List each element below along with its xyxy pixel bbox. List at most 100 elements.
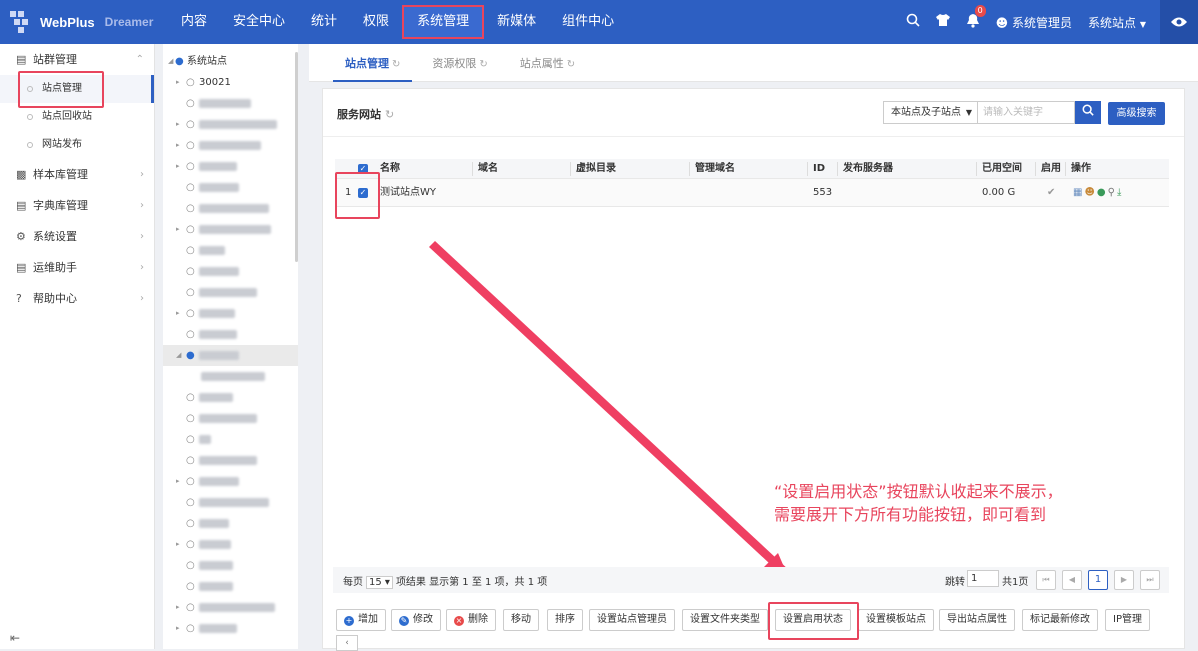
tree-node[interactable]: ○ (163, 408, 298, 429)
tree-node[interactable]: ▸ ○ 30021 (163, 72, 298, 93)
sidebar-group-help-center[interactable]: ? 帮助中心 › (0, 283, 154, 314)
column-header-domain[interactable]: 域名 (478, 159, 498, 179)
column-divider (1065, 162, 1066, 176)
page-size-select[interactable]: 15 ▾ (366, 576, 393, 589)
current-page-button[interactable]: 1 (1088, 570, 1108, 590)
tree-node[interactable]: ○ (163, 492, 298, 513)
column-header-used-space[interactable]: 已用空间 (982, 159, 1022, 179)
tree-node[interactable]: ○ (163, 93, 298, 114)
tree-node[interactable]: ○ (163, 450, 298, 471)
tree-node[interactable]: ○ (163, 261, 298, 282)
tree-node[interactable]: ○ (163, 429, 298, 450)
prev-page-icon[interactable]: ◀ (1062, 570, 1082, 590)
column-header-mgmt-domain[interactable]: 管理域名 (695, 159, 735, 179)
nav-item-stats[interactable]: 统计 (298, 0, 350, 44)
download-icon[interactable]: ⤓ (1117, 187, 1123, 198)
set-template-site-button[interactable]: 设置模板站点 (858, 609, 934, 631)
tree-node-selected[interactable]: ◢ ● (163, 345, 298, 366)
tree-scrollbar[interactable] (295, 52, 298, 262)
tree-node[interactable]: ○ (163, 324, 298, 345)
tree-node[interactable]: ▸ ○ (163, 135, 298, 156)
zoom-icon[interactable]: ⚲ (1108, 187, 1117, 198)
sidebar-item-site-publish[interactable]: 网站发布 (0, 131, 154, 159)
set-site-admin-button[interactable]: 设置站点管理员 (589, 609, 675, 631)
move-button[interactable]: 移动 (503, 609, 539, 631)
tree-node[interactable] (163, 366, 298, 387)
column-header-name[interactable]: 名称 (380, 159, 400, 179)
site-name-cell[interactable]: 测试站点WY (380, 179, 436, 207)
nav-item-system-admin[interactable]: 系统管理 (402, 5, 485, 39)
set-folder-type-button[interactable]: 设置文件夹类型 (682, 609, 768, 631)
user-admin-icon[interactable]: ☻ (1084, 187, 1096, 198)
export-site-properties-button[interactable]: 导出站点属性 (939, 609, 1015, 631)
search-button[interactable] (1075, 101, 1101, 124)
tree-node[interactable]: ▸ ○ (163, 114, 298, 135)
sidebar-group-sample-library[interactable]: ▩ 样本库管理 › (0, 159, 154, 190)
ip-management-button[interactable]: IP管理 (1105, 609, 1150, 631)
tree-node[interactable]: ○ (163, 576, 298, 597)
tree-node[interactable]: ▸ ○ (163, 534, 298, 555)
column-header-enabled[interactable]: 启用 (1041, 159, 1061, 179)
nav-item-content[interactable]: 内容 (168, 0, 220, 44)
user-menu[interactable]: ☻ 系统管理员 (996, 14, 1072, 31)
collapsed-arrow-icon: ▸ (176, 603, 180, 611)
sort-button[interactable]: 排序 (547, 609, 583, 631)
sidebar-group-dictionary[interactable]: ▤ 字典库管理 › (0, 190, 154, 221)
last-page-icon[interactable]: ⏭ (1140, 570, 1160, 590)
globe-icon: ○ (186, 434, 195, 445)
edit-doc-icon[interactable]: ▦ (1073, 187, 1084, 198)
globe-icon[interactable]: ● (1097, 187, 1108, 198)
scope-select[interactable]: 本站点及子站点 ▼ (883, 101, 978, 124)
nav-item-security[interactable]: 安全中心 (220, 0, 298, 44)
logo[interactable]: WebPlus Dreamer (10, 11, 153, 33)
jump-input[interactable]: 1 (967, 570, 999, 587)
tree-node[interactable]: ○ (163, 282, 298, 303)
mark-latest-change-button[interactable]: 标记最新修改 (1022, 609, 1098, 631)
table-row[interactable]: 1 ✓ 测试站点WY 553 0.00 G ✔ ▦☻●⚲⤓ (335, 179, 1169, 207)
site-selector[interactable]: 系统站点 ▼ (1088, 14, 1146, 31)
tree-node[interactable]: ▸ ○ (163, 156, 298, 177)
tree-node[interactable]: ▸ ○ (163, 471, 298, 492)
refresh-icon[interactable]: ↻ (385, 108, 394, 121)
tree-node[interactable]: ○ (163, 513, 298, 534)
sidebar-group-system-settings[interactable]: ⚙ 系统设置 › (0, 221, 154, 252)
nav-item-new-media[interactable]: 新媒体 (484, 0, 549, 44)
add-button[interactable]: + 增加 (336, 609, 386, 631)
tree-node[interactable]: ▸ ○ (163, 303, 298, 324)
column-header-id[interactable]: ID (813, 159, 825, 179)
tree-node[interactable]: ○ (163, 177, 298, 198)
tree-node[interactable]: ▸ ○ (163, 219, 298, 240)
refresh-icon[interactable]: ↻ (567, 59, 575, 70)
tree-node-root[interactable]: ◢ ● 系统站点 (163, 51, 298, 72)
bell-icon[interactable]: 0 (958, 4, 988, 32)
edit-button[interactable]: ✎ 修改 (391, 609, 441, 631)
collapsed-arrow-icon: ▸ (176, 78, 180, 86)
keyword-input[interactable]: 请输入关键字 (977, 101, 1075, 124)
tree-node[interactable]: ▸ ○ (163, 597, 298, 618)
eye-icon[interactable] (1160, 0, 1198, 44)
tree-node[interactable]: ○ (163, 387, 298, 408)
delete-button[interactable]: × 删除 (446, 609, 496, 631)
tree-node[interactable]: ○ (163, 240, 298, 261)
refresh-icon[interactable]: ↻ (479, 59, 487, 70)
tree-node[interactable]: ○ (163, 555, 298, 576)
tab-resource-permissions[interactable]: 资源权限 ↻ (420, 44, 499, 82)
page-size-value: 15 (369, 577, 382, 588)
tree-node[interactable]: ○ (163, 198, 298, 219)
search-icon[interactable] (898, 13, 928, 31)
nav-item-permissions[interactable]: 权限 (350, 0, 402, 44)
advanced-search-button[interactable]: 高级搜索 (1108, 102, 1165, 125)
collapse-sidebar-icon[interactable]: ⇤ (10, 631, 20, 645)
tab-site-management[interactable]: 站点管理 ↻ (333, 44, 413, 82)
nav-item-components[interactable]: 组件中心 (549, 0, 627, 44)
column-header-virtual-dir[interactable]: 虚拟目录 (576, 159, 616, 179)
tree-node[interactable]: ▸ ○ (163, 618, 298, 639)
shirt-icon[interactable] (928, 13, 958, 31)
refresh-icon[interactable]: ↻ (392, 59, 400, 70)
next-page-icon[interactable]: ▶ (1114, 570, 1134, 590)
first-page-icon[interactable]: ⏮ (1036, 570, 1056, 590)
tab-site-properties[interactable]: 站点属性 ↻ (508, 44, 587, 82)
sidebar-group-ops-assistant[interactable]: ▤ 运维助手 › (0, 252, 154, 283)
column-header-publish-server[interactable]: 发布服务器 (843, 159, 893, 179)
globe-icon: ○ (186, 476, 195, 487)
